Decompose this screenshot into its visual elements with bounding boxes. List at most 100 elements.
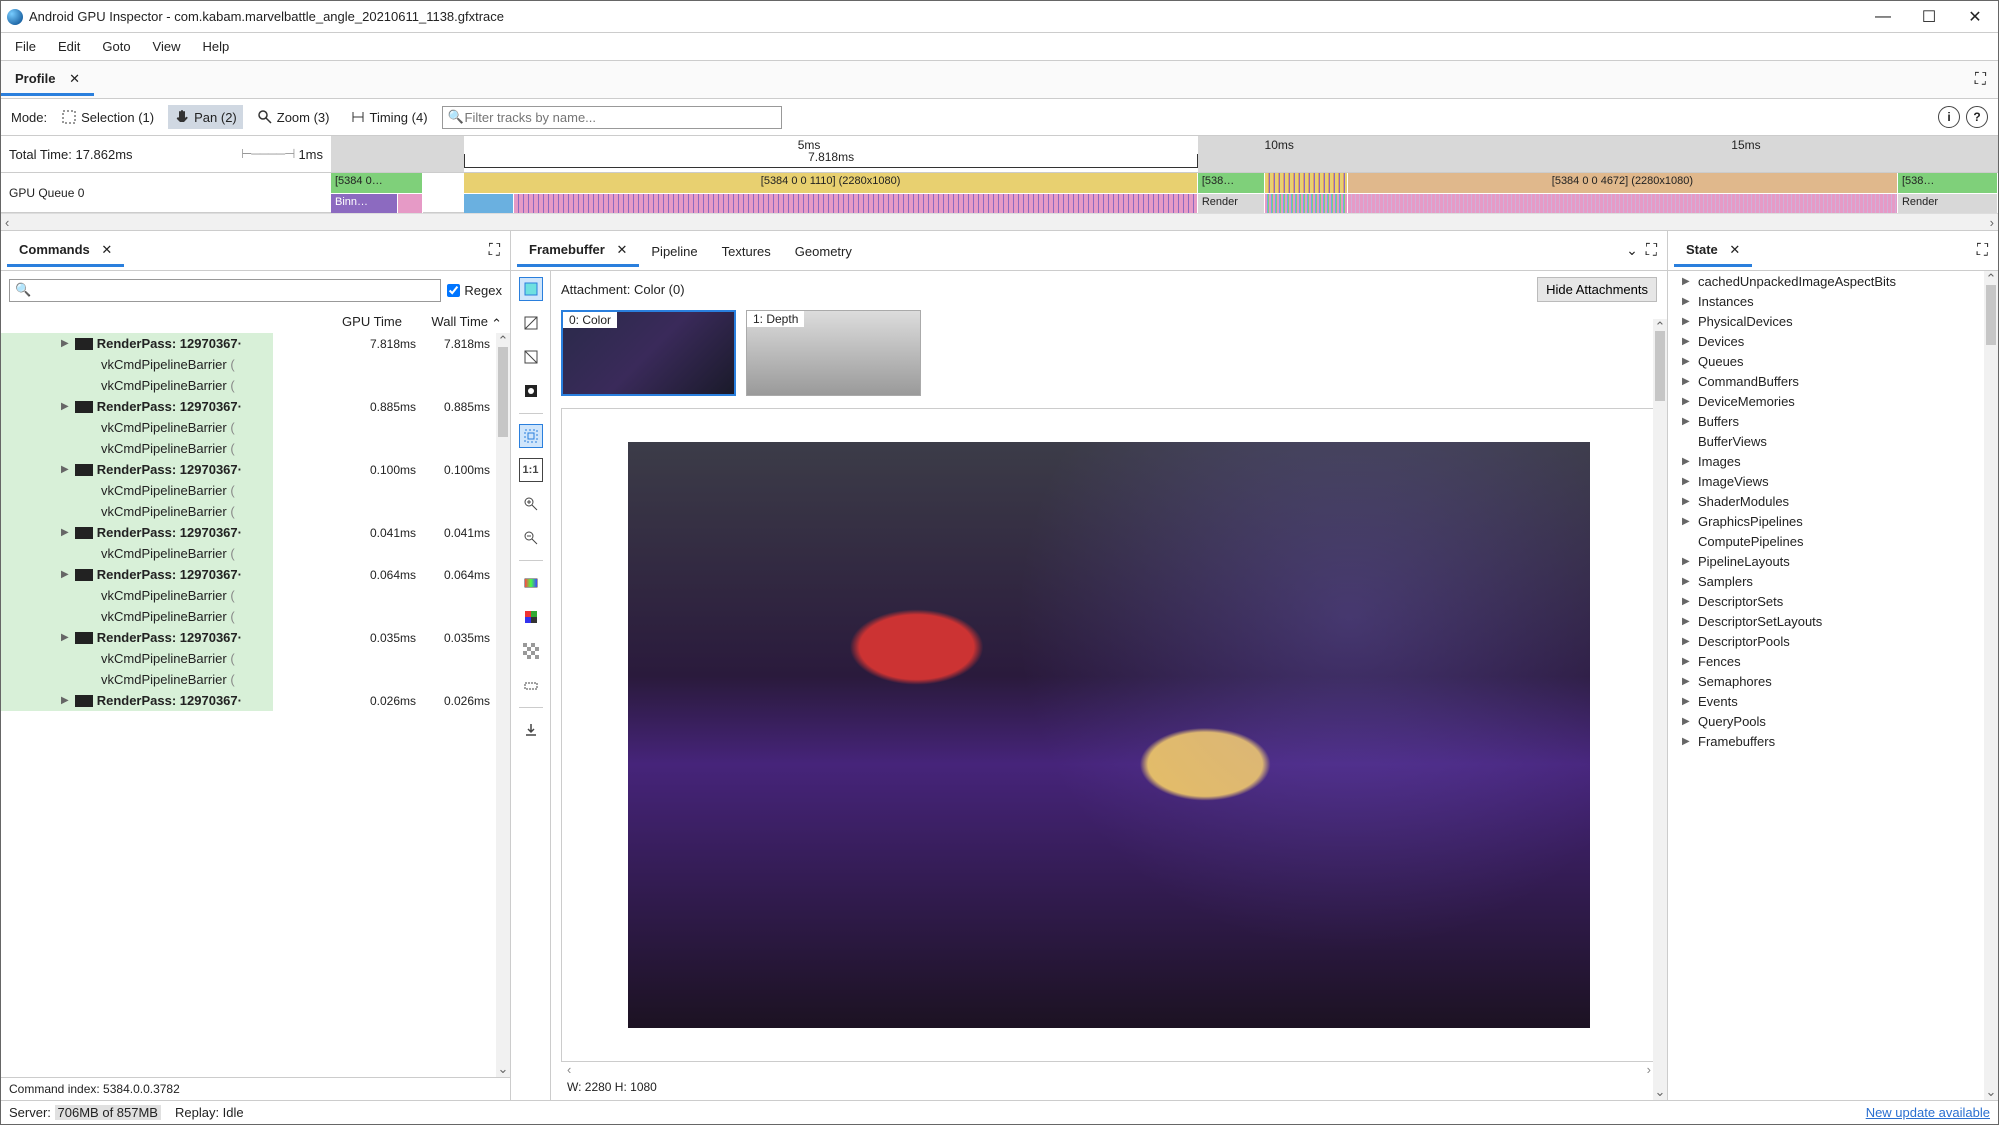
tab-textures[interactable]: Textures: [710, 236, 783, 265]
chevron-down-icon[interactable]: ⌄: [1622, 238, 1642, 263]
minimize-button[interactable]: —: [1860, 1, 1906, 33]
vertical-scrollbar[interactable]: ⌃⌄: [496, 333, 510, 1077]
fullscreen-icon[interactable]: ⛶: [1642, 238, 1661, 264]
timing-mode-button[interactable]: Timing (4): [344, 105, 434, 129]
gpu-block[interactable]: [423, 173, 465, 193]
vertical-scrollbar[interactable]: ⌃⌄: [1984, 271, 1998, 1100]
tab-commands[interactable]: Commands ✕: [7, 234, 124, 267]
command-row-barrier[interactable]: vkCmdPipelineBarrier (: [1, 480, 496, 501]
zoom-in-icon[interactable]: [519, 492, 543, 516]
menu-view[interactable]: View: [149, 37, 185, 56]
gpu-block[interactable]: [1348, 193, 1898, 213]
attachment-depth-thumb[interactable]: 1: Depth: [746, 310, 921, 396]
state-item[interactable]: ▶QueryPools: [1668, 711, 1984, 731]
timeline-ruler[interactable]: 7.818ms 5ms 10ms 15ms: [331, 136, 1998, 172]
tab-geometry[interactable]: Geometry: [783, 236, 864, 265]
state-item[interactable]: ▶CommandBuffers: [1668, 371, 1984, 391]
state-item[interactable]: ▶DescriptorSets: [1668, 591, 1984, 611]
gpu-block[interactable]: Render: [1198, 193, 1265, 213]
command-row-renderpass[interactable]: ▶RenderPass: 12970367·0.100ms0.100ms: [1, 459, 496, 480]
state-item[interactable]: ▶Events: [1668, 691, 1984, 711]
menu-help[interactable]: Help: [199, 37, 234, 56]
state-item[interactable]: ▶DescriptorSetLayouts: [1668, 611, 1984, 631]
command-row-renderpass[interactable]: ▶RenderPass: 12970367·0.041ms0.041ms: [1, 522, 496, 543]
gpu-block[interactable]: [5384 0…: [331, 173, 423, 193]
download-icon[interactable]: [519, 718, 543, 742]
command-row-barrier[interactable]: vkCmdPipelineBarrier (: [1, 501, 496, 522]
gpu-block[interactable]: [1265, 173, 1348, 193]
gpu-block[interactable]: Render: [1898, 193, 1998, 213]
state-item[interactable]: ComputePipelines: [1668, 531, 1984, 551]
state-item[interactable]: ▶ImageViews: [1668, 471, 1984, 491]
close-button[interactable]: ✕: [1952, 1, 1998, 33]
horizontal-scrollbar[interactable]: ‹›: [561, 1062, 1657, 1076]
info-icon[interactable]: i: [1938, 106, 1960, 128]
maximize-button[interactable]: ☐: [1906, 1, 1952, 33]
command-row-barrier[interactable]: vkCmdPipelineBarrier (: [1, 606, 496, 627]
channel-cyan-icon[interactable]: [519, 277, 543, 301]
fullscreen-icon[interactable]: ⛶: [1963, 65, 1998, 95]
channel-diag2-icon[interactable]: [519, 345, 543, 369]
rgb-icon[interactable]: [519, 605, 543, 629]
palette-icon[interactable]: [519, 571, 543, 595]
framebuffer-viewer[interactable]: [561, 408, 1657, 1062]
attachment-color-thumb[interactable]: 0: Color: [561, 310, 736, 396]
selection-mode-button[interactable]: Selection (1): [55, 105, 160, 129]
command-row-renderpass[interactable]: ▶RenderPass: 12970367·0.035ms0.035ms: [1, 627, 496, 648]
commands-list[interactable]: ▶RenderPass: 12970367·7.818ms7.818msvkCm…: [1, 333, 496, 1077]
channel-black-icon[interactable]: [519, 379, 543, 403]
crop-icon[interactable]: [519, 673, 543, 697]
help-icon[interactable]: ?: [1966, 106, 1988, 128]
command-row-barrier[interactable]: vkCmdPipelineBarrier (: [1, 354, 496, 375]
gpu-block[interactable]: [538…: [1898, 173, 1998, 193]
menu-file[interactable]: File: [11, 37, 40, 56]
command-row-renderpass[interactable]: ▶RenderPass: 12970367·0.026ms0.026ms: [1, 690, 496, 711]
state-item[interactable]: ▶Queues: [1668, 351, 1984, 371]
update-link[interactable]: New update available: [1866, 1105, 1990, 1120]
regex-checkbox[interactable]: Regex: [447, 283, 502, 298]
command-row-barrier[interactable]: vkCmdPipelineBarrier (: [1, 648, 496, 669]
vertical-scrollbar[interactable]: ⌃⌄: [1653, 319, 1667, 1100]
state-item[interactable]: ▶Framebuffers: [1668, 731, 1984, 751]
command-row-barrier[interactable]: vkCmdPipelineBarrier (: [1, 438, 496, 459]
zoom-mode-button[interactable]: Zoom (3): [251, 105, 336, 129]
state-item[interactable]: ▶Buffers: [1668, 411, 1984, 431]
close-icon[interactable]: ✕: [616, 242, 627, 257]
fullscreen-icon[interactable]: ⛶: [1973, 238, 1992, 264]
state-item[interactable]: ▶PipelineLayouts: [1668, 551, 1984, 571]
command-row-renderpass[interactable]: ▶RenderPass: 12970367·0.064ms0.064ms: [1, 564, 496, 585]
state-item[interactable]: ▶Fences: [1668, 651, 1984, 671]
pan-mode-button[interactable]: Pan (2): [168, 105, 243, 129]
command-row-renderpass[interactable]: ▶RenderPass: 12970367·7.818ms7.818ms: [1, 333, 496, 354]
command-row-renderpass[interactable]: ▶RenderPass: 12970367·0.885ms0.885ms: [1, 396, 496, 417]
menu-goto[interactable]: Goto: [98, 37, 134, 56]
gpu-block[interactable]: [398, 193, 423, 213]
state-item[interactable]: ▶GraphicsPipelines: [1668, 511, 1984, 531]
state-item[interactable]: ▶cachedUnpackedImageAspectBits: [1668, 271, 1984, 291]
timeline-scrollbar[interactable]: ‹›: [1, 213, 1998, 230]
state-item[interactable]: ▶Instances: [1668, 291, 1984, 311]
zoom-out-icon[interactable]: [519, 526, 543, 550]
command-row-barrier[interactable]: vkCmdPipelineBarrier (: [1, 669, 496, 690]
commands-search-input[interactable]: [9, 279, 441, 302]
close-icon[interactable]: ✕: [101, 242, 112, 257]
gpu-block[interactable]: [5384 0 0 4672] (2280x1080): [1348, 173, 1898, 193]
fit-icon[interactable]: [519, 424, 543, 448]
menu-edit[interactable]: Edit: [54, 37, 84, 56]
gpu-block[interactable]: [464, 193, 514, 213]
gpu-track[interactable]: [5384 0… Binn… [5384 0 0 1110] (2280x108…: [331, 173, 1998, 213]
hide-attachments-button[interactable]: Hide Attachments: [1537, 277, 1657, 302]
state-item[interactable]: ▶DeviceMemories: [1668, 391, 1984, 411]
state-list[interactable]: ▶cachedUnpackedImageAspectBits▶Instances…: [1668, 271, 1984, 1100]
tab-pipeline[interactable]: Pipeline: [639, 236, 709, 265]
state-item[interactable]: ▶Semaphores: [1668, 671, 1984, 691]
one-to-one-icon[interactable]: 1:1: [519, 458, 543, 482]
command-row-barrier[interactable]: vkCmdPipelineBarrier (: [1, 543, 496, 564]
state-item[interactable]: BufferViews: [1668, 431, 1984, 451]
state-item[interactable]: ▶DescriptorPools: [1668, 631, 1984, 651]
filter-tracks-input[interactable]: [442, 106, 782, 129]
command-row-barrier[interactable]: vkCmdPipelineBarrier (: [1, 375, 496, 396]
gpu-block[interactable]: [538…: [1198, 173, 1265, 193]
state-item[interactable]: ▶Images: [1668, 451, 1984, 471]
state-item[interactable]: ▶PhysicalDevices: [1668, 311, 1984, 331]
